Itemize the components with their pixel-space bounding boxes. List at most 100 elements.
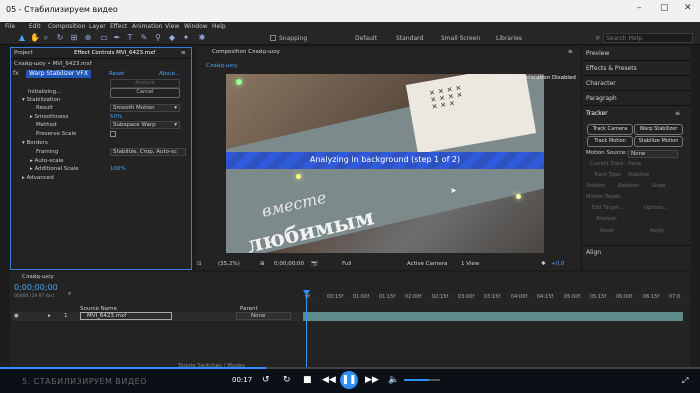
analyze-button[interactable]: Analyze	[110, 79, 180, 88]
workspace-libraries[interactable]: Libraries	[496, 35, 522, 42]
menu-window[interactable]: Window	[184, 23, 208, 30]
roto-brush-tool-icon[interactable]: ✦	[182, 34, 190, 42]
next-icon[interactable]: ▶▶	[365, 375, 379, 385]
expand-arrow-icon[interactable]: ▸	[48, 313, 51, 319]
layer-name[interactable]: MVI_6423.mxf	[80, 312, 172, 320]
forward-10-icon[interactable]: ↻	[283, 375, 291, 385]
track-motion-button[interactable]: Track Motion	[587, 136, 633, 147]
tab-effect-controls[interactable]: Effect Controls MVI_6423.mxf	[74, 50, 155, 56]
current-track-dropdown[interactable]: None	[628, 161, 678, 167]
parent-dropdown[interactable]: None	[236, 312, 291, 320]
menu-edit[interactable]: Edit	[29, 23, 41, 30]
resolution-dropdown[interactable]: Full	[342, 261, 351, 267]
selection-tool-icon[interactable]: ▲	[18, 34, 26, 42]
additional-scale-row[interactable]: ▸ Additional Scale	[30, 166, 79, 172]
eraser-tool-icon[interactable]: ◆	[168, 34, 176, 42]
warp-stabilizer-button[interactable]: Warp Stabilizer	[634, 124, 683, 135]
tracker-panel-title[interactable]: Tracker	[586, 110, 686, 117]
zoom-tool-icon[interactable]: ⌕	[42, 34, 50, 42]
exposure-value[interactable]: +0,0	[551, 261, 564, 267]
scale-checkbox[interactable]: Scale	[652, 183, 682, 189]
timecode-display[interactable]: 0;00;00;00	[274, 261, 304, 267]
autoscale-group[interactable]: ▸ Auto-scale	[30, 158, 64, 164]
effect-about-link[interactable]: About...	[159, 71, 181, 77]
timeline-search-icon[interactable]: ⌕	[68, 291, 71, 298]
timeline-timecode[interactable]: 0;00;00;00	[14, 283, 58, 292]
menu-layer[interactable]: Layer	[89, 23, 106, 30]
stabilization-group[interactable]: ▾ Stabilization	[22, 97, 60, 103]
region-icon[interactable]: ⊞	[260, 261, 265, 267]
minimize-icon[interactable]: –	[637, 3, 642, 13]
menu-animation[interactable]: Animation	[132, 23, 163, 30]
close-icon[interactable]: ✕	[684, 3, 692, 13]
framing-dropdown[interactable]: Stabilize, Crop, Auto-sc	[110, 148, 186, 156]
tracker-reset-button[interactable]: Reset	[600, 228, 630, 234]
puppet-tool-icon[interactable]: ✱	[198, 34, 206, 42]
smoothness-value[interactable]: 50%	[110, 114, 122, 120]
panel-menu-icon[interactable]: ≡	[675, 110, 685, 117]
borders-group[interactable]: ▾ Borders	[22, 140, 48, 146]
menu-help[interactable]: Help	[212, 23, 226, 30]
brush-tool-icon[interactable]: ✎	[140, 34, 148, 42]
snapshot-icon[interactable]: 📷	[311, 261, 318, 267]
additional-scale-value[interactable]: 100%	[110, 166, 126, 172]
edit-target-button[interactable]: Edit Target...	[592, 205, 632, 211]
workspace-default[interactable]: Default	[355, 35, 377, 42]
pen-tool-icon[interactable]: ✒	[113, 34, 121, 42]
tracker-apply-button[interactable]: Apply	[650, 228, 680, 234]
always-preview-icon[interactable]: ⊡	[197, 261, 202, 267]
menu-file[interactable]: File	[5, 23, 15, 30]
timeline-tab[interactable]: Слайд-шоу	[22, 274, 54, 280]
previous-icon[interactable]: ◀◀	[322, 375, 336, 385]
preview-panel-tab[interactable]: Preview	[586, 50, 686, 57]
views-dropdown[interactable]: 1 View	[461, 261, 479, 267]
menu-composition[interactable]: Composition	[48, 23, 85, 30]
workspace-standard[interactable]: Standard	[396, 35, 423, 42]
panel-menu-icon[interactable]: ≡	[568, 49, 573, 55]
effects-presets-panel-tab[interactable]: Effects & Presets	[586, 65, 686, 72]
paragraph-panel-tab[interactable]: Paragraph	[586, 95, 686, 102]
fx-icon[interactable]: fx	[13, 70, 21, 78]
position-checkbox[interactable]: Position	[586, 183, 616, 189]
align-panel-tab[interactable]: Align	[586, 249, 686, 256]
visibility-eye-icon[interactable]: ◉	[14, 313, 19, 319]
preserve-scale-checkbox[interactable]	[110, 131, 116, 137]
hand-tool-icon[interactable]: ✋	[30, 34, 40, 42]
composition-viewer[interactable]: любимым вместе ✕✕✕✕ ✕✕✕✕ ✕✕✕ Analyzing in …	[226, 74, 544, 253]
panel-menu-icon[interactable]: ≡	[181, 50, 186, 56]
current-time-indicator[interactable]	[306, 292, 307, 367]
workspace-small-screen[interactable]: Small Screen	[441, 35, 480, 42]
tab-project[interactable]: Project	[14, 50, 33, 56]
rotation-checkbox[interactable]: Rotation	[618, 183, 648, 189]
character-panel-tab[interactable]: Character	[586, 80, 686, 87]
stop-icon[interactable]: ■	[303, 375, 312, 385]
motion-source-dropdown[interactable]: None	[628, 150, 678, 158]
maximize-icon[interactable]: ▢	[660, 3, 669, 13]
menu-effect[interactable]: Effect	[110, 23, 127, 30]
camera-tool-icon[interactable]: ⊞	[70, 34, 78, 42]
play-pause-button[interactable]: ❚❚	[340, 371, 358, 389]
search-help-input[interactable]	[603, 33, 693, 43]
method-dropdown[interactable]: Subspace Warp ▾	[110, 121, 180, 129]
volume-icon[interactable]: 🔈	[388, 375, 399, 385]
snapping-checkbox[interactable]	[270, 35, 276, 41]
track-type-dropdown[interactable]: Stabilize	[628, 172, 678, 178]
stabilize-motion-button[interactable]: Stabilize Motion	[634, 136, 683, 147]
pan-behind-tool-icon[interactable]: ⊕	[84, 34, 92, 42]
zoom-level[interactable]: (35,2%)	[218, 261, 240, 267]
comp-subtab[interactable]: Слайд-шоу	[206, 63, 238, 69]
smoothness-row[interactable]: ▸ Smoothness	[30, 114, 68, 120]
clone-stamp-tool-icon[interactable]: ⚲	[154, 34, 162, 42]
options-button[interactable]: Options...	[644, 205, 680, 211]
camera-dropdown[interactable]: Active Camera	[407, 261, 447, 267]
effect-name[interactable]: Warp Stabilizer VFX	[26, 70, 91, 78]
fullscreen-icon[interactable]: ⤢	[682, 376, 688, 386]
advanced-group[interactable]: ▸ Advanced	[22, 175, 54, 181]
result-dropdown[interactable]: Smooth Motion ▾	[110, 104, 180, 112]
menu-view[interactable]: View	[165, 23, 179, 30]
type-tool-icon[interactable]: T	[126, 34, 134, 42]
tab-composition[interactable]: Composition Слайд-шоу	[212, 49, 280, 55]
reset-exposure-icon[interactable]: ✱	[541, 261, 546, 267]
rotate-tool-icon[interactable]: ↻	[56, 34, 64, 42]
rectangle-tool-icon[interactable]: ▭	[100, 34, 108, 42]
